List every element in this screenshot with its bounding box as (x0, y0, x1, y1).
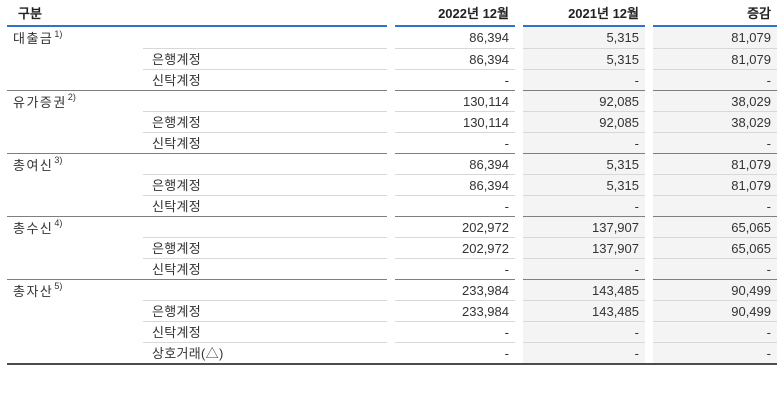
footnote-marker: 4) (54, 218, 63, 228)
table-row: 총수신 4) 202,972 137,907 65,065 (7, 216, 777, 237)
value-2021-12: 5,315 (523, 153, 645, 174)
row-label-sub: 신탁계정 (7, 132, 387, 153)
table-row: 은행계정 233,984 143,485 90,499 (7, 300, 777, 321)
value-change: 81,079 (653, 153, 777, 174)
row-label-sub: 은행계정 (7, 237, 387, 258)
value-change: 81,079 (653, 48, 777, 69)
value-change: - (653, 195, 777, 216)
table-row: 유가증권 2) 130,114 92,085 38,029 (7, 90, 777, 111)
value-2021-12: - (523, 132, 645, 153)
row-label-sub: 신탁계정 (7, 321, 387, 342)
value-change: 90,499 (653, 279, 777, 300)
value-2022-12: - (395, 132, 515, 153)
value-change: 65,065 (653, 216, 777, 237)
footnote-marker: 2) (67, 92, 76, 102)
value-2021-12: 92,085 (523, 111, 645, 132)
value-2022-12: 130,114 (395, 111, 515, 132)
row-label-group: 총여신 3) (7, 153, 387, 174)
value-change: 81,079 (653, 27, 777, 48)
value-2022-12: - (395, 195, 515, 216)
value-2021-12: - (523, 342, 645, 363)
table-body: 대출금 1) 86,394 5,315 81,079 은행계정 86,394 5,315 81,… (7, 27, 777, 363)
value-2021-12: - (523, 195, 645, 216)
value-change: - (653, 69, 777, 90)
column-header-2021-12: 2021년 12월 (523, 0, 645, 27)
row-label-group: 대출금 1) (13, 28, 63, 47)
value-2022-12: - (395, 321, 515, 342)
value-2022-12: 202,972 (395, 216, 515, 237)
table-row: 은행계정 86,394 5,315 81,079 (7, 48, 777, 69)
row-label-sub: 신탁계정 (7, 258, 387, 279)
table-row: 은행계정 86,394 5,315 81,079 (7, 174, 777, 195)
table-row: 은행계정 202,972 137,907 65,065 (7, 237, 777, 258)
value-2021-12: 137,907 (523, 216, 645, 237)
row-label-sub: 은행계정 (7, 174, 387, 195)
table-bottom-border (7, 363, 777, 365)
table-header-row: 구분 2022년 12월 2021년 12월 증감 (7, 0, 777, 27)
value-change: - (653, 258, 777, 279)
row-label-sub: 은행계정 (7, 300, 387, 321)
row-label-group: 유가증권 2) (7, 90, 387, 111)
value-2021-12: - (523, 69, 645, 90)
table-row: 신탁계정 - - - (7, 195, 777, 216)
table-row: 신탁계정 - - - (7, 258, 777, 279)
table-row: 은행계정 130,114 92,085 38,029 (7, 111, 777, 132)
row-label-sub: 상호거래(△) (7, 342, 387, 363)
value-2021-12: - (523, 321, 645, 342)
footnote-marker: 5) (54, 281, 63, 291)
value-change: 38,029 (653, 90, 777, 111)
table-row: 상호거래(△) - - - (7, 342, 777, 363)
value-2022-12: - (395, 342, 515, 363)
financial-summary-table: 구분 2022년 12월 2021년 12월 증감 대출금 1) 86,394 5,3… (7, 0, 777, 365)
value-2022-12: 233,984 (395, 279, 515, 300)
value-change: 81,079 (653, 174, 777, 195)
value-2021-12: 5,315 (523, 174, 645, 195)
row-label-sub: 은행계정 (7, 48, 387, 69)
row-label-sub: 은행계정 (7, 111, 387, 132)
value-2022-12: 86,394 (395, 48, 515, 69)
column-header-category: 구분 (7, 0, 387, 27)
value-change: - (653, 321, 777, 342)
value-2021-12: 5,315 (523, 48, 645, 69)
value-change: - (653, 342, 777, 363)
value-2022-12: 202,972 (395, 237, 515, 258)
table-row: 신탁계정 - - - (7, 321, 777, 342)
value-change: 65,065 (653, 237, 777, 258)
value-2022-12: 130,114 (395, 90, 515, 111)
value-2021-12: 137,907 (523, 237, 645, 258)
value-2021-12: 143,485 (523, 279, 645, 300)
column-header-change: 증감 (653, 0, 777, 27)
table-row: 총여신 3) 86,394 5,315 81,079 (7, 153, 777, 174)
value-2022-12: 233,984 (395, 300, 515, 321)
financial-summary-table-page: 구분 2022년 12월 2021년 12월 증감 대출금 1) 86,394 5,3… (0, 0, 780, 400)
row-label-group: 총수신 4) (7, 216, 387, 237)
value-change: - (653, 132, 777, 153)
value-2022-12: - (395, 69, 515, 90)
table-row: 신탁계정 - - - (7, 132, 777, 153)
value-2022-12: 86,394 (395, 153, 515, 174)
footnote-marker: 3) (54, 155, 63, 165)
value-change: 38,029 (653, 111, 777, 132)
table-row: 대출금 1) 86,394 5,315 81,079 (7, 27, 777, 48)
value-2021-12: 5,315 (523, 27, 645, 48)
row-label-sub: 신탁계정 (7, 69, 387, 90)
row-label-sub: 신탁계정 (7, 195, 387, 216)
value-2021-12: 143,485 (523, 300, 645, 321)
value-2021-12: - (523, 258, 645, 279)
value-change: 90,499 (653, 300, 777, 321)
value-2022-12: - (395, 258, 515, 279)
value-2022-12: 86,394 (469, 30, 509, 45)
row-label-group: 총자산 5) (7, 279, 387, 300)
column-header-2022-12: 2022년 12월 (395, 0, 515, 27)
value-2022-12: 86,394 (395, 174, 515, 195)
footnote-marker: 1) (54, 28, 63, 39)
table-row: 신탁계정 - - - (7, 69, 777, 90)
table-row: 총자산 5) 233,984 143,485 90,499 (7, 279, 777, 300)
value-2021-12: 92,085 (523, 90, 645, 111)
